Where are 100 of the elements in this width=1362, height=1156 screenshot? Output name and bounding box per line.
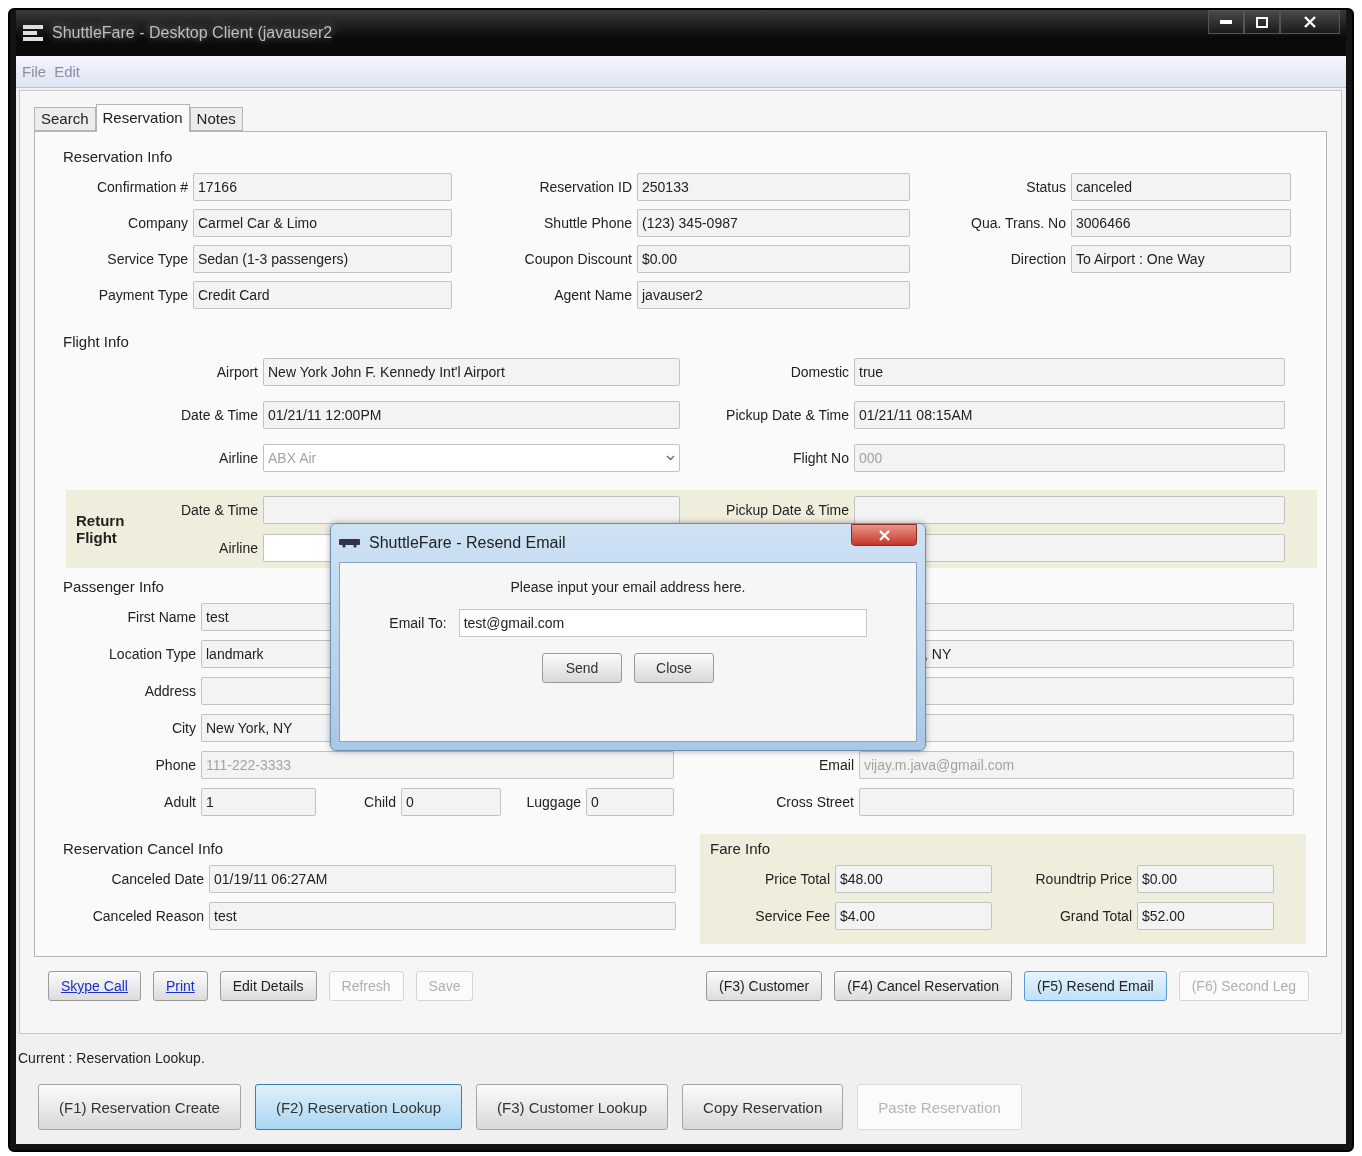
field-label: Phone (154, 757, 196, 773)
text-field[interactable]: 250133 (637, 173, 910, 201)
text-field[interactable]: 01/19/11 06:27AM (209, 865, 676, 893)
section-title: Reservation Info (63, 148, 173, 165)
field-label: Agent Name (553, 287, 632, 303)
nav-button[interactable]: (F2) Reservation Lookup (254, 1084, 462, 1130)
tab[interactable]: Notes (189, 107, 243, 131)
section-title: Fare Info (710, 840, 771, 857)
action-button[interactable]: (F4) Cancel Reservation (834, 971, 1012, 1001)
field-label: Airline (218, 540, 258, 556)
field-label: Coupon Discount (523, 251, 632, 267)
field-label: Email (818, 757, 854, 773)
field-label: Payment Type (97, 287, 188, 303)
field-label: Date & Time (179, 407, 258, 423)
text-field[interactable]: canceled (1071, 173, 1291, 201)
action-button[interactable]: Edit Details (219, 971, 317, 1001)
text-field[interactable]: To Airport : One Way (1071, 245, 1291, 273)
nav-button[interactable]: (F3) Customer Lookup (476, 1084, 669, 1130)
text-field[interactable]: 01/21/11 08:15AM (854, 401, 1285, 429)
text-field[interactable]: Sedan (1-3 passengers) (193, 245, 452, 273)
text-field[interactable]: 01/21/11 12:00PM (263, 401, 680, 429)
field-label: Cross Street (775, 794, 854, 810)
field-label: Flight No (791, 450, 849, 466)
text-field[interactable]: $48.00 (835, 865, 992, 893)
field-label: Airport (215, 364, 258, 380)
text-field[interactable]: $0.00 (637, 245, 910, 273)
field-label: Shuttle Phone (543, 215, 632, 231)
field-label: Confirmation # (95, 179, 188, 195)
close-button[interactable] (851, 524, 917, 546)
field-label: Email To: (389, 615, 447, 631)
text-field[interactable] (859, 788, 1294, 816)
field-label: Child (363, 794, 396, 810)
field-label: Status (1025, 179, 1066, 195)
field-label: Luggage (525, 794, 581, 810)
field-label: Adult (163, 794, 196, 810)
app-icon (22, 24, 44, 42)
field-label: City (170, 720, 196, 736)
action-button[interactable]: (F5) Resend Email (1024, 971, 1167, 1001)
dialog-button[interactable]: Send (542, 653, 622, 683)
nav-button[interactable]: Copy Reservation (682, 1084, 844, 1130)
field-label: Qua. Trans. No (970, 215, 1066, 231)
link-button[interactable]: Print (152, 971, 208, 1001)
section-title: Return Flight (76, 512, 126, 546)
text-field[interactable]: (123) 345-0987 (637, 209, 910, 237)
text-field[interactable]: 3006466 (1071, 209, 1291, 237)
caret-icon (666, 455, 675, 461)
section-title: Passenger Info (63, 578, 164, 595)
field-label: Location Type (108, 646, 196, 662)
field-label: Airline (218, 450, 258, 466)
close-button[interactable] (1280, 10, 1340, 34)
dialog-button[interactable]: Close (634, 653, 714, 683)
tab[interactable]: Search (34, 107, 96, 131)
section-title: Reservation Cancel Info (63, 840, 224, 857)
field-label: Address (143, 683, 196, 699)
link-button[interactable]: Skype Call (48, 971, 141, 1001)
field-label: Pickup Date & Time (725, 502, 849, 518)
nav-button[interactable]: (F1) Reservation Create (38, 1084, 241, 1130)
maximize-icon (1256, 16, 1268, 28)
text-field[interactable]: 17166 (193, 173, 452, 201)
dialog-title: ShuttleFare - Resend Email (369, 534, 566, 552)
maximize-button[interactable] (1244, 10, 1280, 34)
text-field[interactable]: test (209, 902, 676, 930)
window-title: ShuttleFare - Desktop Client (javauser2 (52, 24, 333, 42)
tab[interactable]: Reservation (95, 104, 190, 132)
text-field[interactable]: $4.00 (835, 902, 992, 930)
status-text: Current : Reservation Lookup. (17, 1049, 206, 1066)
text-field[interactable]: New York John F. Kennedy Int'l Airport (263, 358, 680, 386)
text-field[interactable] (854, 496, 1285, 524)
text-field[interactable]: Credit Card (193, 281, 452, 309)
field-label: Direction (1009, 251, 1066, 267)
field-label: Roundtrip Price (1034, 871, 1132, 887)
field-label: First Name (126, 609, 196, 625)
text-field[interactable]: 0 (401, 788, 501, 816)
dialog-message: Please input your email address here. (510, 579, 746, 595)
text-field[interactable]: 0 (586, 788, 674, 816)
text-field[interactable]: true (854, 358, 1285, 386)
text-field[interactable] (263, 496, 680, 524)
text-field[interactable]: Carmel Car & Limo (193, 209, 452, 237)
field-label: Service Type (106, 251, 188, 267)
text-field[interactable]: $0.00 (1137, 865, 1274, 893)
section-title: Flight Info (63, 333, 129, 350)
bus-icon (339, 538, 361, 548)
minimize-button[interactable] (1208, 10, 1244, 34)
text-field[interactable]: 1 (201, 788, 316, 816)
minimize-icon (1220, 20, 1232, 24)
email-field[interactable]: test@gmail.com (458, 609, 867, 637)
field-label: Canceled Date (110, 871, 204, 887)
field-label: Reservation ID (538, 179, 632, 195)
field-label: Service Fee (754, 908, 830, 924)
field-label: Price Total (763, 871, 830, 887)
action-button[interactable]: (F3) Customer (706, 971, 823, 1001)
field-label: Grand Total (1058, 908, 1132, 924)
close-icon (878, 529, 890, 541)
field-label: Canceled Reason (91, 908, 204, 924)
field-label: Domestic (789, 364, 849, 380)
close-icon (1304, 16, 1316, 28)
field-label: Pickup Date & Time (725, 407, 849, 423)
field-label: Date & Time (179, 502, 258, 518)
text-field[interactable]: javauser2 (637, 281, 910, 309)
text-field[interactable]: $52.00 (1137, 902, 1274, 930)
